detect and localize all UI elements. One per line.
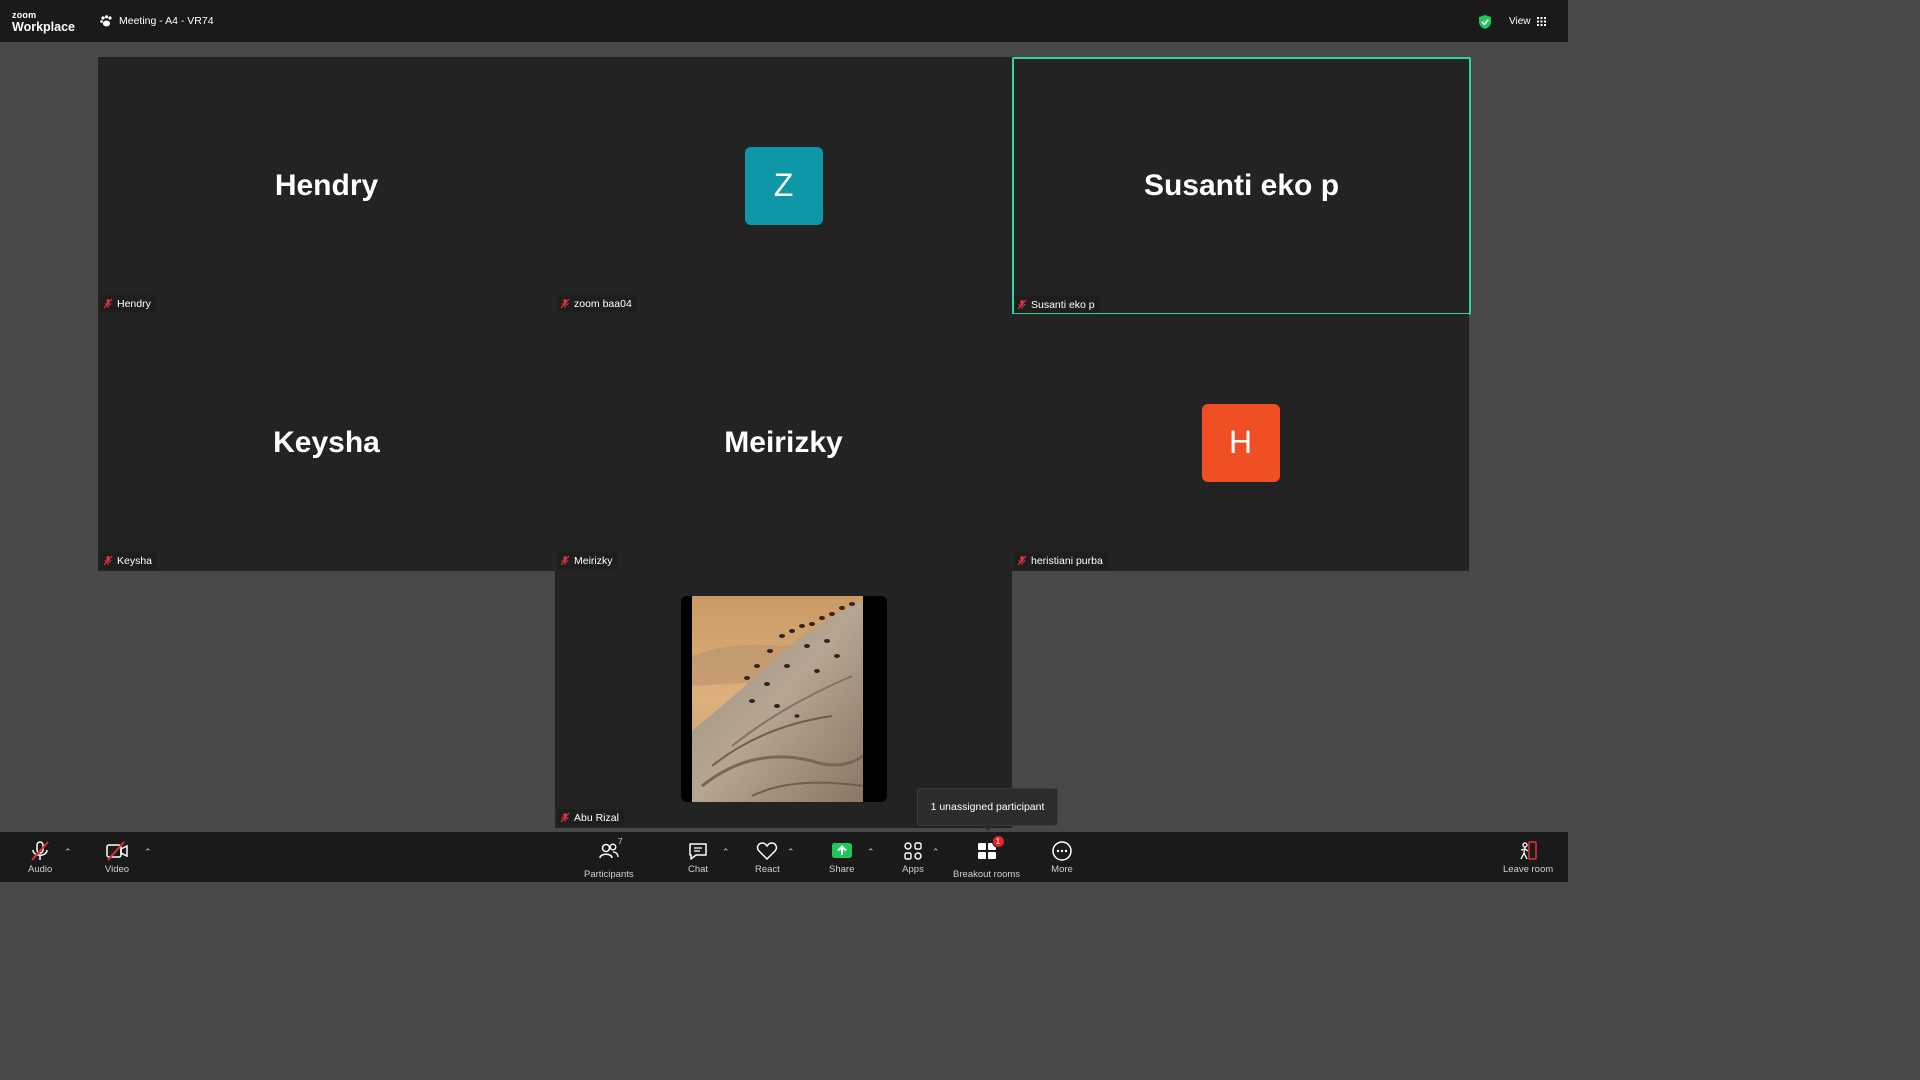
share-button[interactable]: Share: [829, 840, 854, 875]
participant-label: Abu Rizal: [574, 811, 619, 824]
apps-label: Apps: [902, 864, 924, 875]
apps-icon: [904, 842, 922, 860]
participant-name-tag: Susanti eko p: [1014, 296, 1100, 313]
react-label: React: [755, 864, 780, 875]
share-options-caret-icon[interactable]: ⌃: [867, 847, 875, 858]
chat-label: Chat: [687, 864, 709, 875]
mic-muted-icon: [1017, 299, 1027, 310]
more-icon: [1052, 841, 1072, 861]
participant-tile-heristiani-purba[interactable]: H heristiani purba: [1012, 314, 1469, 571]
meeting-info[interactable]: Meeting - A4 - VR74: [100, 15, 214, 27]
unassigned-participant-tooltip: 1 unassigned participant: [917, 788, 1058, 831]
more-button[interactable]: More: [1050, 840, 1074, 875]
more-label: More: [1051, 864, 1073, 875]
audio-options-caret-icon[interactable]: ⌃: [64, 847, 72, 858]
video-button[interactable]: Video: [104, 840, 130, 875]
mic-muted-icon: [560, 812, 570, 823]
leave-room-icon: [1520, 841, 1537, 860]
security-shield-icon[interactable]: [1478, 14, 1492, 30]
participants-count: 7: [617, 836, 623, 846]
logo-line2: Workplace: [12, 20, 75, 34]
mic-muted-icon: [560, 298, 570, 309]
chat-icon: [689, 843, 707, 860]
participant-display-name: Hendry: [274, 168, 379, 202]
participant-label: zoom baa04: [574, 297, 632, 310]
participant-tile-susanti-active-speaker[interactable]: Susanti eko p Susanti eko p: [1012, 57, 1471, 315]
participant-tile-hendry[interactable]: Hendry Hendry: [98, 57, 555, 314]
participant-display-name: Susanti eko p: [1143, 169, 1340, 202]
grid-icon: [1536, 17, 1546, 26]
participant-name-tag: Keysha: [100, 552, 158, 569]
breakout-rooms-label: Breakout rooms: [953, 869, 1021, 880]
participants-icon-wrap: 7: [597, 836, 623, 867]
participant-name-tag: zoom baa04: [557, 295, 637, 312]
participant-label: Meirizky: [574, 554, 613, 567]
leave-room-button[interactable]: Leave room: [1503, 840, 1553, 875]
audio-label: Audio: [28, 864, 53, 875]
breakout-notification-badge: 1: [991, 835, 1005, 848]
participant-name-tag: heristiani purba: [1014, 552, 1108, 569]
chat-button[interactable]: Chat: [686, 840, 710, 875]
avatar: H: [1201, 403, 1280, 482]
participant-display-name: Keysha: [273, 425, 380, 459]
participant-label: heristiani purba: [1031, 554, 1103, 567]
audio-button[interactable]: Audio: [28, 840, 52, 875]
chat-options-caret-icon[interactable]: ⌃: [722, 847, 730, 858]
participants-button[interactable]: 7 Participants: [584, 836, 634, 880]
view-button[interactable]: View: [1509, 16, 1546, 27]
participants-label: Participants: [584, 869, 634, 880]
mic-muted-icon: [560, 555, 570, 566]
heart-icon: [757, 842, 778, 861]
zoom-meeting-window: zoom Workplace Meeting - A4 - VR74 View: [0, 0, 1568, 882]
video-off-icon: [106, 841, 128, 861]
share-label: Share: [829, 864, 855, 875]
avatar: Z: [744, 146, 823, 225]
participant-label: Keysha: [117, 554, 153, 567]
participant-tile-zoom-baa04[interactable]: Z zoom baa04: [555, 57, 1012, 314]
video-label: Video: [104, 864, 130, 875]
leave-room-label: Leave room: [1503, 864, 1554, 875]
video-options-caret-icon[interactable]: ⌃: [144, 847, 152, 858]
participant-video: [681, 596, 887, 802]
apps-options-caret-icon[interactable]: ⌃: [932, 847, 940, 858]
mic-muted-icon: [103, 298, 113, 309]
mic-muted-icon: [31, 841, 49, 861]
share-screen-icon: [831, 843, 852, 858]
video-feed-image: [692, 596, 863, 802]
logo-line1: zoom: [12, 10, 37, 20]
participant-tile-keysha[interactable]: Keysha Keysha: [98, 314, 555, 571]
title-bar: zoom Workplace Meeting - A4 - VR74 View: [0, 0, 1568, 42]
paw-icon: [100, 15, 112, 27]
react-button[interactable]: React: [755, 840, 780, 875]
zoom-workplace-logo: zoom Workplace: [12, 11, 75, 34]
mic-muted-icon: [1017, 555, 1027, 566]
breakout-icon-wrap: 1: [975, 835, 1005, 867]
breakout-rooms-button[interactable]: 1 Breakout rooms: [953, 835, 1021, 880]
view-label: View: [1509, 16, 1531, 27]
react-options-caret-icon[interactable]: ⌃: [787, 847, 795, 858]
participant-name-tag: Meirizky: [557, 552, 618, 569]
mic-muted-icon: [103, 555, 113, 566]
meeting-title: Meeting - A4 - VR74: [119, 15, 214, 27]
participant-name-tag: Hendry: [100, 295, 156, 312]
meeting-toolbar: Audio ⌃ Video ⌃ 7 Participants Chat ⌃ Re…: [0, 832, 1568, 882]
participant-tile-meirizky[interactable]: Meirizky Meirizky: [555, 314, 1012, 571]
participant-display-name: Meirizky: [724, 425, 843, 459]
apps-button[interactable]: Apps: [901, 840, 925, 875]
participant-label: Hendry: [117, 297, 151, 310]
participant-label: Susanti eko p: [1031, 298, 1095, 311]
participant-name-tag: Abu Rizal: [557, 809, 624, 826]
